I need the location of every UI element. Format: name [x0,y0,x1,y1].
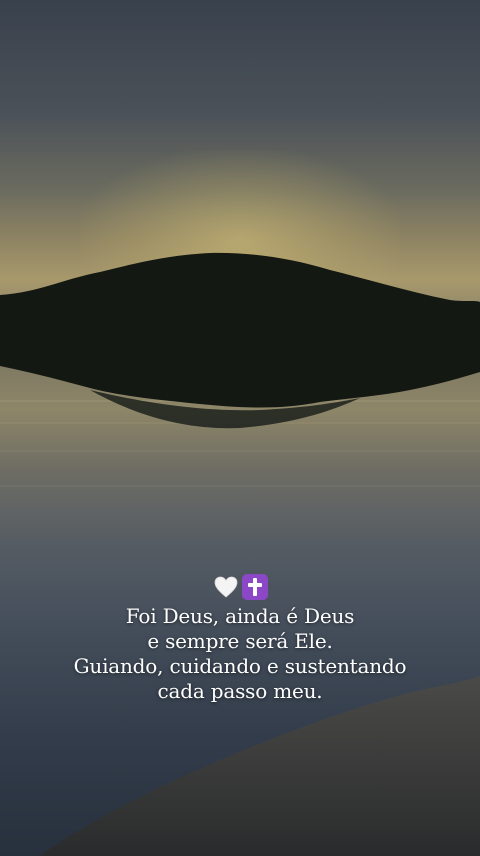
caption-line-4: cada passo meu. [157,679,323,703]
caption-line-3: Guiando, cuidando e sustentando [73,654,407,678]
emoji-row [0,570,480,604]
white-heart-icon [214,576,237,598]
caption-block: Foi Deus, ainda é Deus e sempre será Ele… [0,570,480,704]
caption-line-1: Foi Deus, ainda é Deus [125,604,355,628]
caption-line-2: e sempre será Ele. [147,629,333,653]
foreground-rock [40,676,480,856]
background-photo: Foi Deus, ainda é Deus e sempre será Ele… [0,0,480,856]
latin-cross-icon [241,574,268,600]
